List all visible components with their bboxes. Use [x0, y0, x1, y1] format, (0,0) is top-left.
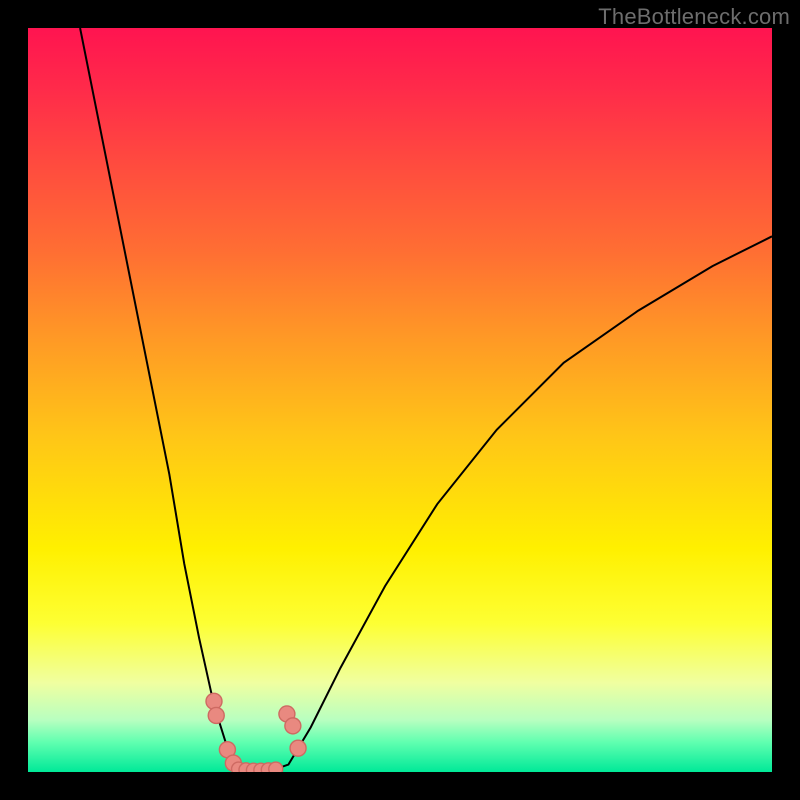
data-marker [285, 718, 301, 734]
data-marker [269, 762, 283, 772]
watermark-text: TheBottleneck.com [598, 4, 790, 30]
data-marker [206, 693, 222, 709]
data-marker [208, 707, 224, 723]
plot-area [28, 28, 772, 772]
bottleneck-curve [80, 28, 772, 771]
data-marker [290, 740, 306, 756]
chart-svg [28, 28, 772, 772]
chart-frame: TheBottleneck.com [0, 0, 800, 800]
